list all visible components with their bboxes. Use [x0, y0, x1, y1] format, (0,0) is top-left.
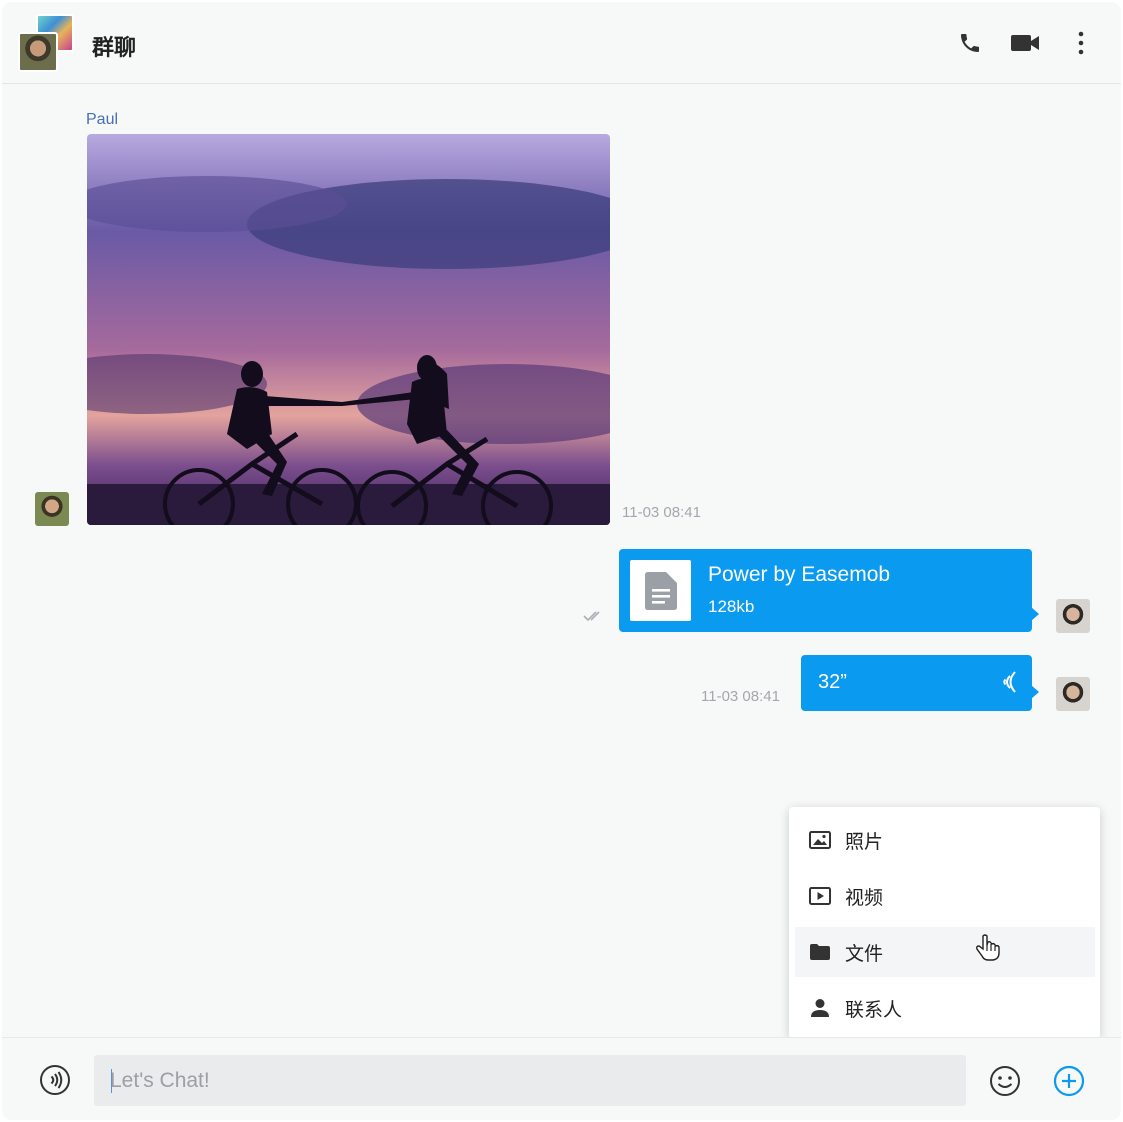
image-icon — [809, 829, 831, 851]
menu-item-label: 联系人 — [845, 998, 903, 1021]
emoji-icon[interactable] — [989, 1065, 1021, 1097]
file-message[interactable]: Power by Easemob 128kb — [619, 549, 1039, 632]
sender-avatar[interactable] — [35, 492, 69, 526]
add-attachment-icon[interactable] — [1053, 1065, 1085, 1097]
menu-item-photo[interactable]: 照片 — [795, 815, 1095, 865]
voice-input-icon[interactable] — [39, 1064, 71, 1096]
more-vertical-icon[interactable] — [1066, 28, 1096, 58]
hand-cursor-icon — [976, 934, 1000, 961]
video-play-icon — [809, 885, 831, 907]
voice-duration: 32” — [818, 671, 847, 693]
file-size: 128kb — [708, 597, 755, 616]
menu-item-contact[interactable]: 联系人 — [795, 983, 1095, 1033]
file-name: Power by Easemob — [708, 563, 891, 586]
chat-window: 群聊 Paul 11-03 08:41 Power by Easemob 128… — [2, 2, 1121, 1120]
text-caret — [111, 1069, 112, 1093]
group-avatar-member-1 — [18, 32, 58, 72]
voice-message[interactable]: 32” — [801, 655, 1039, 711]
person-icon — [809, 997, 831, 1019]
read-receipt-icon — [583, 611, 600, 622]
my-avatar[interactable] — [1056, 677, 1090, 711]
sound-wave-icon — [1003, 671, 1016, 693]
group-avatar[interactable] — [18, 14, 78, 72]
chat-header: 群聊 — [2, 2, 1121, 84]
file-thumbnail — [630, 560, 691, 621]
chat-title: 群聊 — [92, 36, 137, 61]
document-icon — [644, 571, 677, 610]
my-avatar[interactable] — [1056, 599, 1090, 633]
phone-icon[interactable] — [955, 28, 985, 58]
menu-item-label: 照片 — [845, 830, 884, 853]
image-message[interactable] — [87, 134, 610, 525]
folder-icon — [809, 941, 831, 963]
message-input[interactable] — [94, 1055, 966, 1106]
sender-name: Paul — [86, 111, 119, 128]
menu-item-label: 文件 — [845, 942, 884, 965]
message-time: 11-03 08:41 — [701, 688, 780, 705]
menu-item-file[interactable]: 文件 — [795, 927, 1095, 977]
menu-item-video[interactable]: 视频 — [795, 871, 1095, 921]
video-camera-icon[interactable] — [1010, 28, 1040, 58]
attachment-menu: 照片 视频 文件 联系人 — [789, 807, 1100, 1039]
composer-bar — [2, 1037, 1121, 1120]
message-time: 11-03 08:41 — [622, 504, 701, 521]
menu-item-label: 视频 — [845, 886, 884, 909]
